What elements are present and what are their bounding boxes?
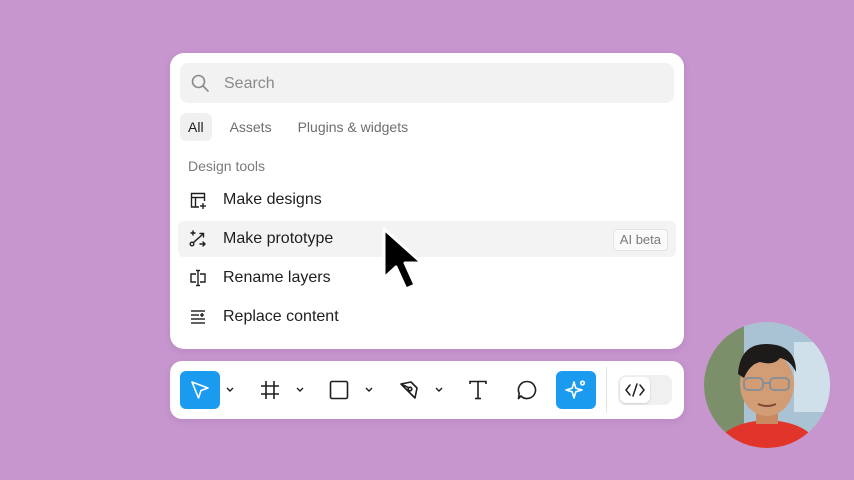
dev-mode-knob: [620, 377, 650, 403]
ai-actions-tool-button[interactable]: [556, 371, 596, 409]
rename-icon: [188, 268, 208, 288]
action-label: Replace content: [223, 308, 339, 325]
prototype-icon: [188, 229, 208, 249]
section-heading: Design tools: [188, 158, 266, 174]
search-input[interactable]: [222, 63, 656, 105]
action-replace-content[interactable]: Replace content: [178, 299, 676, 335]
pen-icon: [400, 381, 418, 399]
action-make-designs[interactable]: Make designs: [178, 182, 676, 218]
dev-mode-toggle[interactable]: [618, 375, 672, 405]
move-tool-chevron-down-icon[interactable]: [225, 383, 235, 397]
move-tool-button[interactable]: [180, 371, 220, 409]
sparkle-icon: [565, 380, 586, 399]
mouse-pointer-icon: [380, 226, 434, 301]
ai-beta-badge: AI beta: [612, 229, 668, 251]
tab-plugins-widgets[interactable]: Plugins & widgets: [290, 113, 417, 141]
bottom-toolbar: [170, 361, 684, 419]
action-label: Rename layers: [223, 269, 331, 286]
pen-tool-chevron-down-icon[interactable]: [434, 383, 444, 397]
frame-tool-chevron-down-icon[interactable]: [295, 383, 305, 397]
code-icon: [625, 383, 645, 397]
cursor-arrow-icon: [191, 381, 209, 399]
rectangle-icon: [329, 380, 349, 400]
search-bar[interactable]: [180, 63, 674, 105]
search-icon: [190, 73, 210, 98]
tab-assets[interactable]: Assets: [222, 113, 280, 141]
tab-all[interactable]: All: [180, 113, 212, 141]
rectangle-tool-chevron-down-icon[interactable]: [364, 383, 374, 397]
frame-icon: [261, 381, 279, 399]
pen-tool-button[interactable]: [389, 371, 429, 409]
category-tabs: All Assets Plugins & widgets: [180, 113, 416, 141]
frame-tool-button[interactable]: [250, 371, 290, 409]
toolbar-divider: [606, 367, 607, 413]
replace-content-icon: [188, 307, 208, 327]
layout-plus-icon: [188, 190, 208, 210]
action-label: Make designs: [223, 191, 322, 208]
text-tool-button[interactable]: [458, 371, 498, 409]
rectangle-tool-button[interactable]: [319, 371, 359, 409]
quick-actions-panel: All Assets Plugins & widgets Design tool…: [170, 53, 684, 349]
comment-icon: [517, 380, 537, 400]
presenter-avatar: [704, 322, 830, 448]
action-label: Make prototype: [223, 230, 334, 247]
presenter-webcam: [704, 322, 830, 448]
text-icon: [469, 380, 487, 400]
comment-tool-button[interactable]: [507, 371, 547, 409]
